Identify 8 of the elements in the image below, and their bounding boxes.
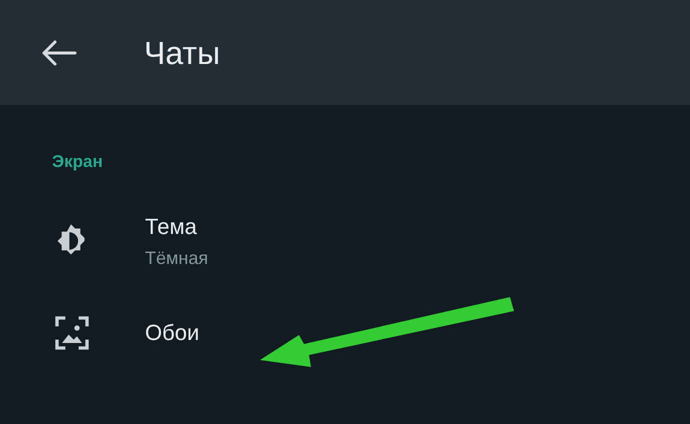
item-title: Тема bbox=[145, 213, 198, 240]
screen-title: Чаты bbox=[144, 34, 220, 72]
item-subtitle: Тёмная bbox=[145, 246, 208, 269]
back-arrow-icon bbox=[41, 38, 77, 66]
section-header: Экран bbox=[52, 153, 104, 170]
settings-item[interactable]: Обои bbox=[52, 294, 690, 372]
item-title: Обои bbox=[145, 319, 200, 347]
settings-item[interactable]: Тема Тёмная bbox=[52, 200, 690, 282]
